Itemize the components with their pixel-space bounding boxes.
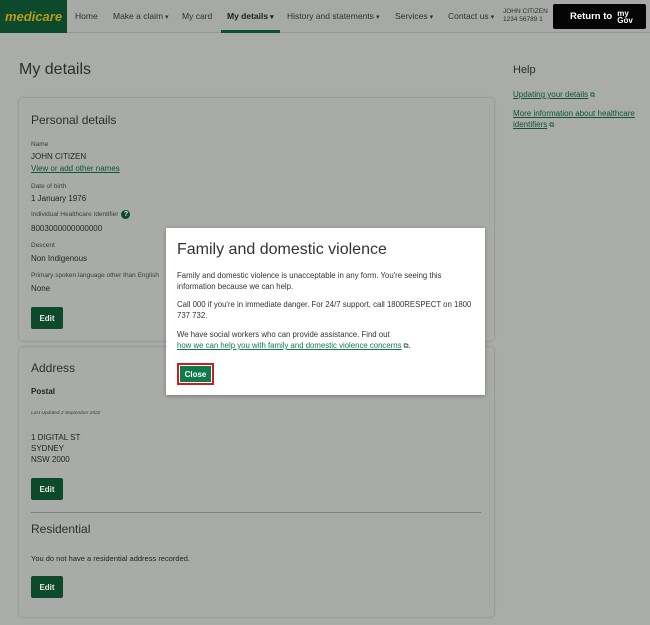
edit-personal-details-button[interactable]: Edit — [31, 307, 63, 329]
edit-residential-address-button[interactable]: Edit — [31, 576, 63, 598]
postal-line-1: 1 DIGITAL ST — [31, 433, 81, 442]
user-number: 1234 56789 1 — [503, 16, 543, 23]
name-label: Name — [31, 141, 49, 148]
family-violence-help-link[interactable]: how we can help you with family and dome… — [177, 341, 402, 350]
address-title: Address — [31, 361, 76, 375]
view-other-names-link[interactable]: View or add other names — [31, 164, 120, 173]
language-value: None — [31, 284, 51, 293]
dob-label: Date of birth — [31, 183, 67, 190]
chevron-down-icon: ▾ — [270, 14, 274, 21]
ihi-label: Individual Healthcare Identifier? — [31, 210, 131, 219]
residential-text: You do not have a residential address re… — [31, 554, 190, 563]
ihi-value: 8003000000000000 — [31, 224, 103, 233]
descent-label: Descent — [31, 242, 55, 249]
nav-item-home[interactable]: Home — [75, 0, 98, 33]
page-title: My details — [19, 61, 92, 78]
user-name: JOHN CITIZEN — [503, 8, 548, 15]
nav-item-make-a-claim[interactable]: Make a claim ▾ — [113, 0, 169, 33]
last-updated: Last Updated 2 September 2022 — [31, 411, 101, 416]
residential-title: Residential — [31, 522, 91, 536]
family-violence-dialog: Family and domestic violence Family and … — [166, 228, 485, 395]
close-button[interactable]: Close — [177, 363, 214, 385]
postal-heading: Postal — [31, 387, 56, 396]
descent-value: Non Indigenous — [31, 254, 88, 263]
nav-item-services[interactable]: Services ▾ — [395, 0, 433, 33]
external-link-icon: ⧉ — [590, 92, 596, 99]
language-label: Primary spoken language other than Engli… — [31, 272, 159, 279]
question-icon[interactable]: ? — [121, 210, 131, 219]
dob-value: 1 January 1976 — [31, 194, 87, 203]
name-value: JOHN CITIZEN — [31, 152, 87, 161]
nav-item-contact-us[interactable]: Contact us ▾ — [448, 0, 494, 33]
dialog-title: Family and domestic violence — [177, 241, 387, 258]
chevron-down-icon: ▾ — [165, 14, 169, 21]
chevron-down-icon: ▾ — [375, 14, 380, 21]
dialog-paragraph-3: We have social workers who can provide a… — [177, 330, 411, 350]
divider — [31, 512, 481, 513]
help-link-updating-details[interactable]: Updating your details ⧉ — [513, 89, 643, 101]
external-link-icon: ⧉ — [549, 122, 555, 129]
personal-details-title: Personal details — [31, 113, 117, 127]
edit-postal-address-button[interactable]: Edit — [31, 478, 63, 500]
return-to-mygov-button[interactable]: Return to my Gov — [553, 4, 646, 29]
dialog-paragraph-2: Call 000 if you're in immediate danger. … — [177, 300, 472, 320]
chevron-down-icon: ▾ — [429, 14, 434, 21]
top-navigation: medicare Home Make a claim ▾ My card My d… — [0, 0, 650, 33]
help-link-healthcare-identifiers[interactable]: More information about healthcare identi… — [513, 108, 643, 131]
medicare-logo[interactable]: medicare — [0, 0, 67, 33]
postal-line-2: SYDNEY — [31, 444, 64, 453]
mygov-logo: my Gov — [617, 8, 633, 25]
nav-item-my-details[interactable]: My details ▾ — [221, 0, 280, 33]
nav-item-my-card[interactable]: My card — [182, 0, 212, 33]
chevron-down-icon: ▾ — [490, 14, 495, 21]
nav-item-history-and-statements[interactable]: History and statements ▾ — [287, 0, 379, 33]
help-title: Help — [513, 64, 536, 76]
dialog-paragraph-1: Family and domestic violence is unaccept… — [177, 271, 442, 291]
postal-line-3: NSW 2000 — [31, 455, 70, 464]
user-info: JOHN CITIZEN 1234 56789 1 — [503, 8, 548, 24]
